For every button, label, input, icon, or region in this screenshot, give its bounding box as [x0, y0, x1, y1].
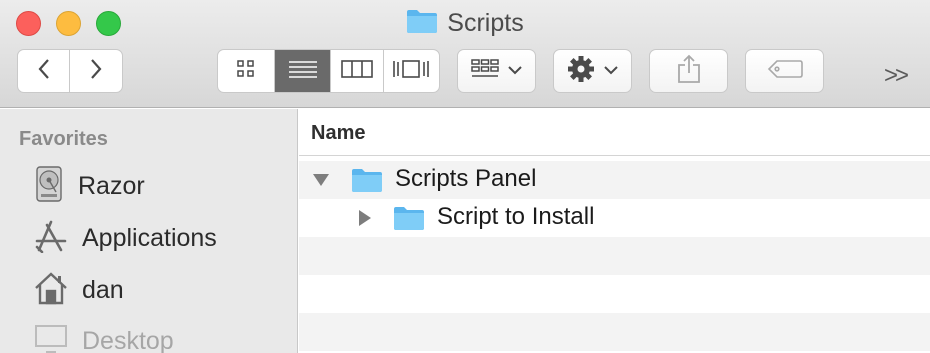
back-button[interactable] [18, 50, 71, 92]
list-view-button[interactable] [275, 50, 331, 92]
sidebar-item-applications[interactable]: Applications [34, 218, 217, 258]
cover-flow-view-button[interactable] [384, 50, 439, 92]
arrange-icon [471, 58, 499, 84]
toolbar: Scripts >> [0, 0, 930, 108]
sidebar-item-label: dan [82, 275, 124, 304]
empty-row [299, 237, 930, 275]
finder-window: Scripts >> Favorites Razor Applications … [0, 0, 930, 353]
gear-icon [567, 55, 595, 88]
disclosure-triangle-expanded-icon[interactable] [312, 173, 330, 192]
icon-view-button[interactable] [218, 50, 276, 92]
applications-icon [34, 219, 68, 258]
window-title: Scripts [0, 8, 930, 38]
list-item-label: Scripts Panel [395, 165, 537, 192]
column-view-icon [340, 59, 373, 84]
folder-icon [351, 167, 383, 198]
view-mode-control [217, 49, 440, 93]
sidebar-item-label: Desktop [82, 326, 174, 353]
sidebar: Favorites Razor Applications dan Desktop [0, 109, 298, 353]
chevron-right-icon [89, 58, 103, 85]
column-view-button[interactable] [331, 50, 384, 92]
share-button[interactable] [649, 49, 728, 93]
column-header: Name [299, 109, 930, 156]
sidebar-heading-favorites: Favorites [19, 128, 108, 150]
list-view-icon [288, 59, 318, 84]
edit-tags-button[interactable] [745, 49, 824, 93]
file-list: Name Scripts Panel Script to Install [299, 109, 930, 353]
sidebar-item-dan[interactable]: dan [34, 270, 124, 310]
sidebar-item-desktop[interactable]: Desktop [34, 321, 174, 353]
empty-row [299, 275, 930, 313]
disclosure-triangle-collapsed-icon[interactable] [358, 209, 372, 232]
window-title-label: Scripts [447, 8, 524, 37]
desktop-icon [34, 324, 68, 353]
share-icon [677, 54, 701, 89]
sidebar-item-label: Razor [78, 171, 145, 200]
chevron-down-icon [508, 62, 522, 80]
list-item-scripts-panel[interactable]: Scripts Panel [299, 161, 930, 199]
forward-button[interactable] [70, 50, 122, 92]
toolbar-overflow-button[interactable]: >> [884, 62, 909, 90]
chevron-left-icon [37, 58, 51, 85]
folder-icon [406, 8, 438, 39]
tag-icon [767, 59, 803, 83]
action-button[interactable] [553, 49, 632, 93]
icon-view-icon [236, 59, 256, 84]
home-icon [34, 271, 68, 310]
sidebar-item-razor[interactable]: Razor [34, 165, 145, 207]
folder-icon [393, 205, 425, 236]
name-column-header[interactable]: Name [311, 122, 365, 145]
back-forward-control [17, 49, 123, 93]
arrange-button[interactable] [457, 49, 536, 93]
chevron-down-icon [604, 62, 618, 80]
cover-flow-icon [392, 59, 430, 84]
list-item-script-to-install[interactable]: Script to Install [299, 199, 930, 237]
list-item-label: Script to Install [437, 203, 595, 230]
sidebar-item-label: Applications [82, 223, 217, 252]
empty-row [299, 313, 930, 351]
hard-drive-icon [34, 165, 64, 207]
